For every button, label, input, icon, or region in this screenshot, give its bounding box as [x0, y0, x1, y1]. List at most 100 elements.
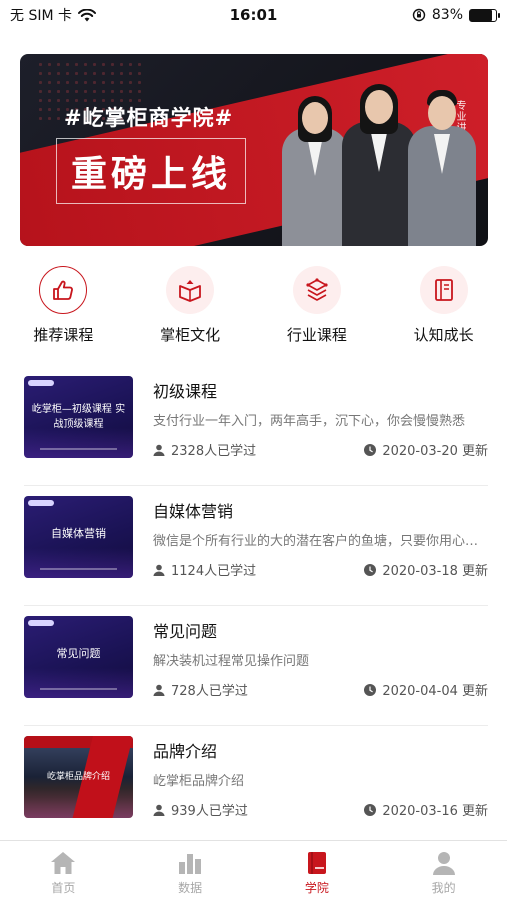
course-title: 初级课程: [153, 382, 218, 401]
clock-icon: [364, 683, 377, 696]
category-cognition[interactable]: 认知成长: [389, 260, 499, 350]
banner-headline-frame: 重磅上线: [56, 138, 247, 204]
status-right: 83%: [412, 7, 500, 23]
book-icon: [419, 266, 468, 314]
course-list: 屹掌柜—初级课程 实战顶级课程 初级课程 支付行业一年入门，两年高手，沉下心，你…: [24, 366, 488, 846]
course-info: 自媒体营销 微信是个所有行业的大的潜在客户的鱼塘，只要你用心经营 1124人已学…: [153, 496, 488, 586]
home-icon: [51, 852, 76, 874]
category-recommended[interactable]: 推荐课程: [8, 260, 118, 350]
category-label: 掌柜文化: [160, 326, 221, 344]
banner-person-center: [342, 84, 416, 246]
tab-label: 数据: [178, 881, 203, 895]
course-meta: 2328人已学过 2020-03-20 更新: [153, 440, 488, 459]
carrier-label: 无 SIM 卡: [10, 8, 72, 24]
thumbnail-text: 屹掌柜—初级课程 实战顶级课程: [31, 404, 126, 430]
course-description: 解决装机过程常见操作问题: [153, 654, 310, 669]
bottom-tab-bar: 首页 数据 学院 我的: [0, 840, 507, 900]
learner-count: 1124人已学过: [153, 560, 256, 579]
battery-level: [470, 9, 492, 21]
update-date-text: 2020-03-20 更新: [382, 444, 488, 459]
book-icon: [307, 852, 326, 874]
course-item[interactable]: 自媒体营销 自媒体营销 微信是个所有行业的大的潜在客户的鱼塘，只要你用心经营 1…: [24, 486, 488, 606]
tab-academy[interactable]: 学院: [267, 841, 367, 900]
course-item[interactable]: 屹掌柜品牌介绍 品牌介绍 屹掌柜品牌介绍 939人已学过 2020-03-16 …: [24, 726, 488, 846]
banner-person-left: [282, 96, 348, 246]
layers-icon: [292, 266, 341, 314]
course-info: 品牌介绍 屹掌柜品牌介绍 939人已学过 2020-03-16 更新: [153, 736, 488, 826]
course-title: 常见问题: [153, 622, 218, 641]
course-title: 品牌介绍: [153, 742, 218, 761]
learner-count: 2328人已学过: [153, 440, 256, 459]
person-icon: [153, 444, 165, 456]
thumbs-up-icon: [39, 266, 88, 314]
update-date-text: 2020-04-04 更新: [382, 684, 488, 699]
course-meta: 728人已学过 2020-04-04 更新: [153, 680, 488, 699]
category-label: 认知成长: [413, 326, 474, 344]
learner-count-text: 939人已学过: [171, 804, 248, 819]
tab-mine[interactable]: 我的: [394, 841, 494, 900]
course-item[interactable]: 常见问题 常见问题 解决装机过程常见操作问题 728人已学过 2020-04-0…: [24, 606, 488, 726]
category-industry[interactable]: 行业课程: [262, 260, 372, 350]
tab-label: 我的: [431, 881, 456, 895]
update-date: 2020-03-16 更新: [364, 800, 488, 819]
course-description: 微信是个所有行业的大的潜在客户的鱼塘，只要你用心经营: [153, 534, 488, 549]
course-info: 初级课程 支付行业一年入门，两年高手，沉下心，你会慢慢熟悉 2328人已学过 2…: [153, 376, 488, 466]
thumbnail-logo: [28, 380, 54, 386]
banner-person-right: [408, 90, 476, 246]
status-left: 无 SIM 卡: [10, 5, 96, 25]
update-date-text: 2020-03-16 更新: [382, 804, 488, 819]
learner-count: 728人已学过: [153, 680, 248, 699]
person-icon: [153, 684, 165, 696]
course-info: 常见问题 解决装机过程常见操作问题 728人已学过 2020-04-04 更新: [153, 616, 488, 706]
course-title: 自媒体营销: [153, 502, 234, 521]
thumbnail-text: 自媒体营销: [51, 527, 106, 540]
clock-icon: [364, 563, 377, 576]
clock-icon: [364, 803, 377, 816]
clock-icon: [364, 443, 377, 456]
wifi-icon: [78, 8, 96, 21]
thumbnail-footer-line: [40, 448, 117, 450]
category-culture[interactable]: 掌柜文化: [135, 260, 245, 350]
tab-label: 首页: [51, 881, 76, 895]
category-label: 行业课程: [286, 326, 347, 344]
open-book-icon: [166, 266, 215, 314]
battery-percent: 83%: [431, 7, 463, 23]
thumbnail-text: 常见问题: [56, 647, 101, 660]
update-date-text: 2020-03-18 更新: [382, 564, 488, 579]
learner-count: 939人已学过: [153, 800, 248, 819]
course-thumbnail: 屹掌柜—初级课程 实战顶级课程: [24, 376, 133, 458]
thumbnail-text: 屹掌柜品牌介绍: [46, 772, 110, 782]
tab-label: 学院: [304, 881, 329, 895]
category-row: 推荐课程 掌柜文化 行业课程 认知成长: [0, 260, 507, 350]
course-thumbnail: 常见问题: [24, 616, 133, 698]
thumbnail-footer-line: [40, 688, 117, 690]
update-date: 2020-03-18 更新: [364, 560, 488, 579]
thumbnail-logo: [28, 620, 54, 626]
learner-count-text: 2328人已学过: [171, 444, 257, 459]
course-description: 支付行业一年入门，两年高手，沉下心，你会慢慢熟悉: [153, 414, 466, 429]
banner-title: #屹掌柜商学院#: [64, 106, 234, 130]
course-thumbnail: 自媒体营销: [24, 496, 133, 578]
tab-data[interactable]: 数据: [140, 841, 240, 900]
status-bar: 无 SIM 卡 16:01 83%: [0, 0, 507, 30]
tab-home[interactable]: 首页: [13, 841, 113, 900]
person-icon: [432, 852, 455, 875]
banner-headline: 重磅上线: [71, 154, 232, 195]
update-date: 2020-03-20 更新: [364, 440, 488, 459]
course-meta: 1124人已学过 2020-03-18 更新: [153, 560, 488, 579]
thumbnail-logo: [28, 500, 54, 506]
course-meta: 939人已学过 2020-03-16 更新: [153, 800, 488, 819]
course-item[interactable]: 屹掌柜—初级课程 实战顶级课程 初级课程 支付行业一年入门，两年高手，沉下心，你…: [24, 366, 488, 486]
thumbnail-footer-line: [40, 568, 117, 570]
course-description: 屹掌柜品牌介绍: [153, 774, 245, 789]
battery-icon: [469, 8, 500, 22]
learner-count-text: 728人已学过: [171, 684, 248, 699]
promo-banner[interactable]: #屹掌柜商学院# 重磅上线 专业讲师团队: [20, 54, 488, 246]
bar-chart-icon: [179, 854, 202, 874]
orientation-lock-icon: [412, 8, 426, 22]
person-icon: [153, 564, 165, 576]
person-icon: [153, 804, 165, 816]
update-date: 2020-04-04 更新: [364, 680, 488, 699]
course-thumbnail: 屹掌柜品牌介绍: [24, 736, 133, 818]
category-label: 推荐课程: [33, 326, 94, 344]
